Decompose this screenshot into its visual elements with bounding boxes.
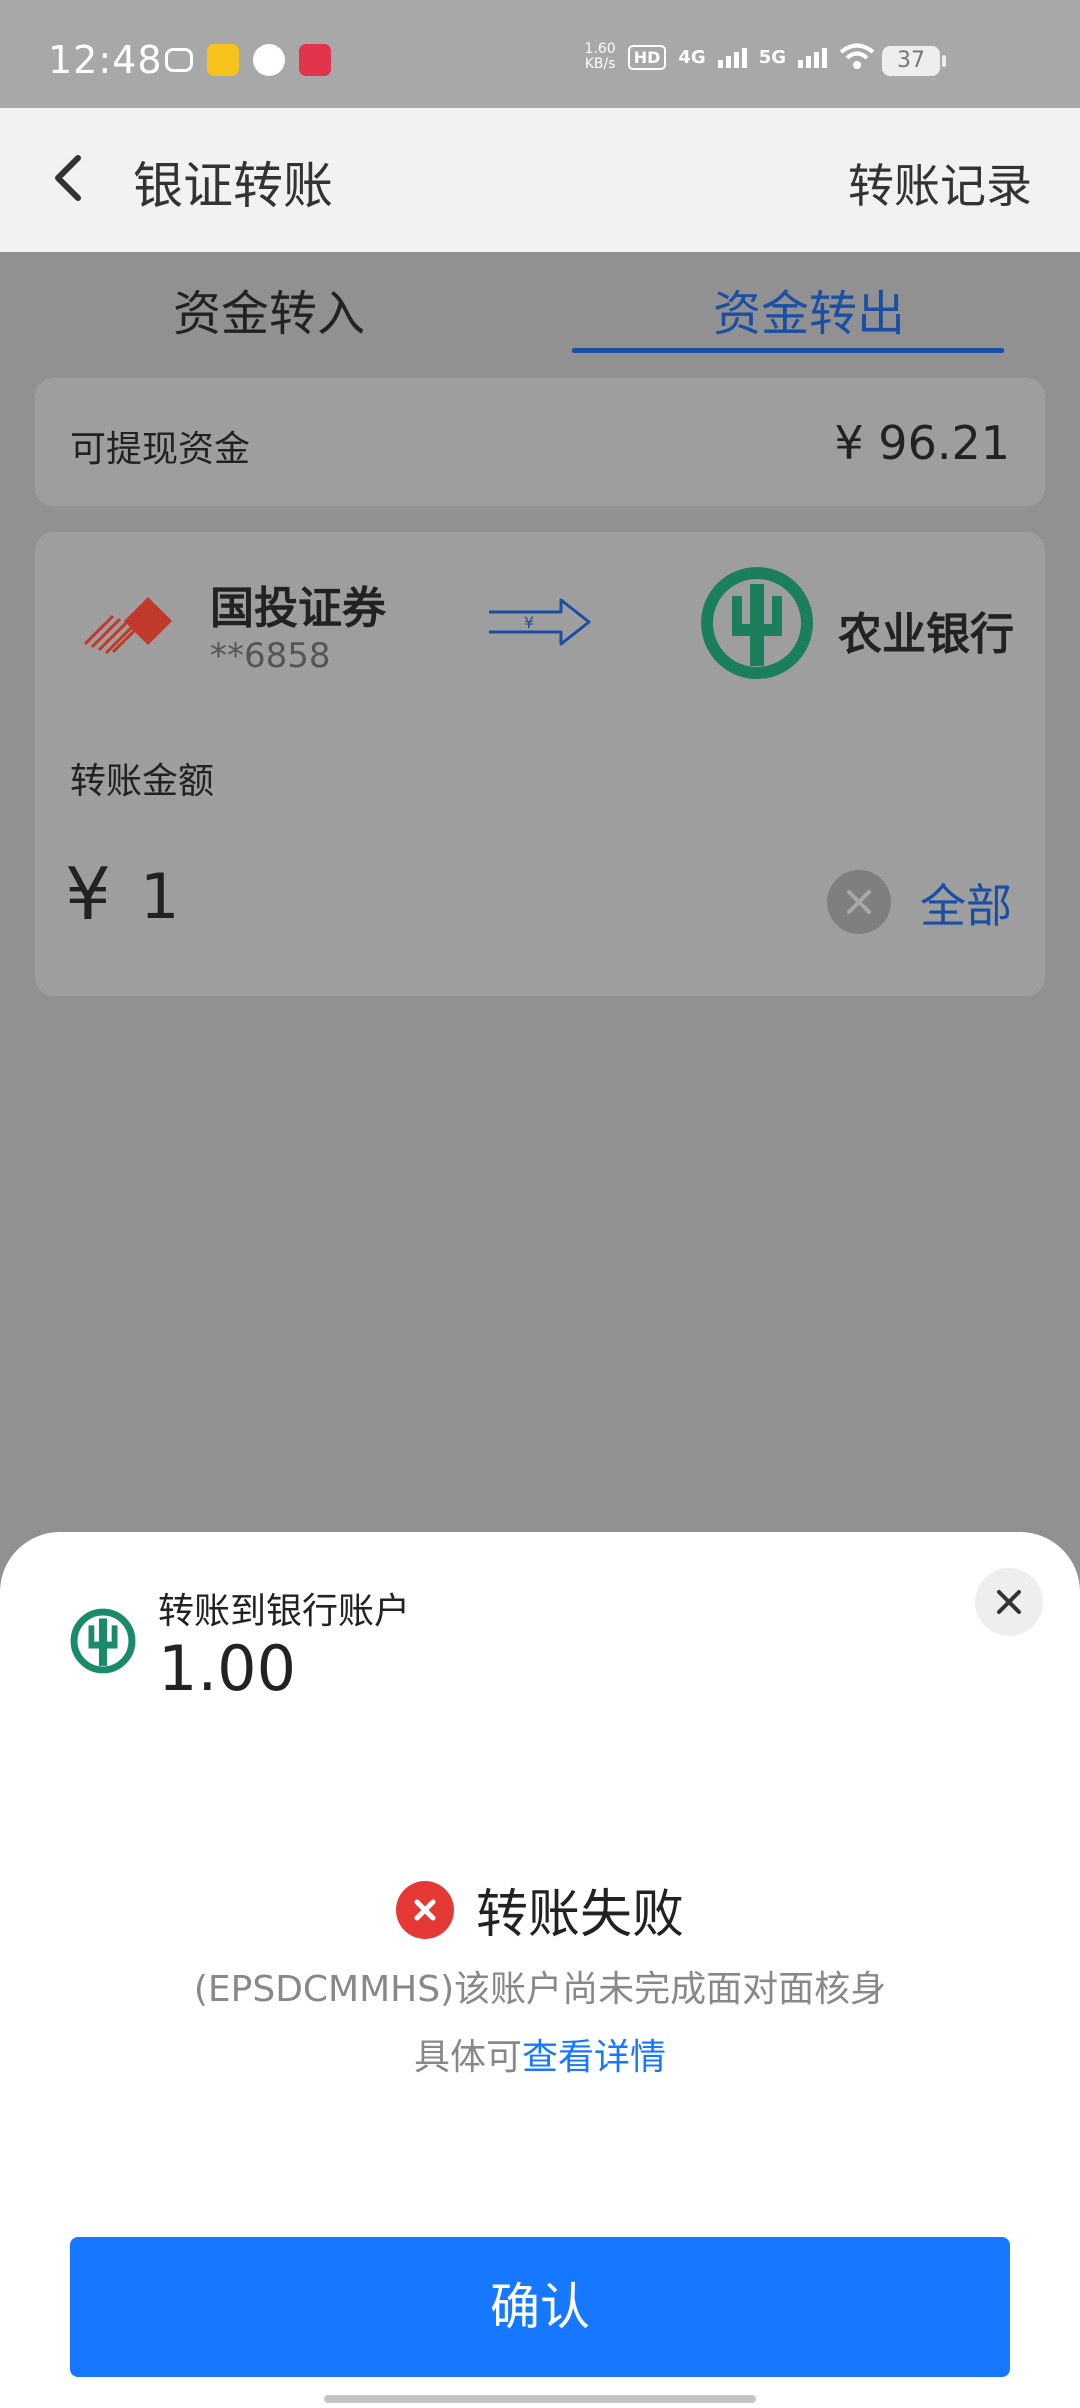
transfer-result-sheet: 转账到银行账户 1.00 转账失败 (EPSDCMMHS)该账户尚未完成面对面核…	[0, 1532, 1080, 2408]
all-amount-button[interactable]: 全部	[920, 870, 1012, 936]
active-tab-indicator	[572, 348, 1004, 353]
securities-logo-icon	[83, 596, 173, 655]
net-speed: 1.60 KB/s	[585, 42, 616, 72]
amount-currency-symbol: ¥	[65, 852, 111, 936]
back-arrow-icon[interactable]	[40, 148, 100, 208]
message-bubble-icon	[253, 44, 285, 76]
balance-label: 可提现资金	[70, 429, 251, 470]
hd-icon: HD	[627, 44, 667, 70]
signal-4g-icon	[717, 46, 747, 68]
net-5g-label: 5G	[758, 46, 786, 68]
view-details-link[interactable]: 查看详情	[522, 2037, 666, 2078]
clear-icon	[847, 890, 871, 914]
source-securities-name: 国投证券	[210, 583, 386, 634]
transfer-arrow-symbol: ¥	[524, 613, 534, 632]
home-indicator[interactable]	[324, 2395, 756, 2403]
detail-row: 具体可查看详情	[0, 2028, 1080, 2080]
clear-amount-button[interactable]	[827, 870, 891, 934]
battery-icon: 37	[882, 46, 946, 76]
detail-prefix: 具体可	[413, 2037, 522, 2078]
close-icon	[997, 1590, 1021, 1614]
transfer-to-bank-label: 转账到银行账户	[158, 1591, 411, 1632]
transfer-card: 国投证券 **6858 ¥ 农业银行 转账金额 ¥ 1 全部	[35, 532, 1045, 996]
transfer-arrow-icon: ¥	[489, 598, 591, 646]
failure-title: 转账失败	[475, 1885, 684, 1945]
wifi-icon	[839, 43, 875, 69]
notification-icons	[165, 44, 331, 76]
app-rabbit-icon	[207, 44, 239, 76]
tab-transfer-in[interactable]: 资金转入	[173, 274, 365, 344]
abc-bank-small-icon	[70, 1608, 136, 1674]
bilibili-icon	[165, 48, 193, 72]
tab-transfer-out[interactable]: 资金转出	[713, 274, 905, 344]
status-bar: 12:48 1.60 KB/s HD 4G 5G 37	[0, 0, 1080, 108]
transfer-records-button[interactable]: 转账记录	[848, 150, 1032, 216]
app-red-icon	[299, 44, 331, 76]
transfer-amount: 1.00	[158, 1632, 297, 1705]
destination-bank-name: 农业银行	[838, 609, 1014, 660]
transfer-tabs: 资金转入 资金转出	[0, 252, 1080, 364]
failure-status: 转账失败	[0, 1872, 1080, 1947]
status-indicators: 1.60 KB/s HD 4G 5G	[585, 42, 875, 72]
net-4g-label: 4G	[678, 46, 706, 68]
abc-bank-logo-icon	[701, 567, 813, 679]
status-time: 12:48	[48, 38, 163, 82]
app-header: 银证转账 转账记录	[0, 108, 1080, 252]
amount-input[interactable]: 1	[140, 860, 179, 933]
balance-value: ¥ 96.21	[834, 416, 1010, 470]
page-title: 银证转账	[133, 157, 333, 215]
close-sheet-button[interactable]	[975, 1568, 1043, 1636]
failure-message: (EPSDCMMHS)该账户尚未完成面对面核身	[193, 1969, 887, 2010]
net-speed-unit: KB/s	[584, 56, 616, 72]
amount-label: 转账金额	[70, 761, 215, 802]
confirm-button[interactable]: 确认	[70, 2237, 1010, 2377]
signal-5g-icon	[798, 46, 827, 68]
source-account-number: **6858	[210, 636, 331, 676]
error-icon	[395, 1880, 454, 1939]
net-speed-value: 1.60	[584, 41, 616, 57]
withdrawable-balance-card: 可提现资金 ¥ 96.21	[35, 378, 1045, 506]
